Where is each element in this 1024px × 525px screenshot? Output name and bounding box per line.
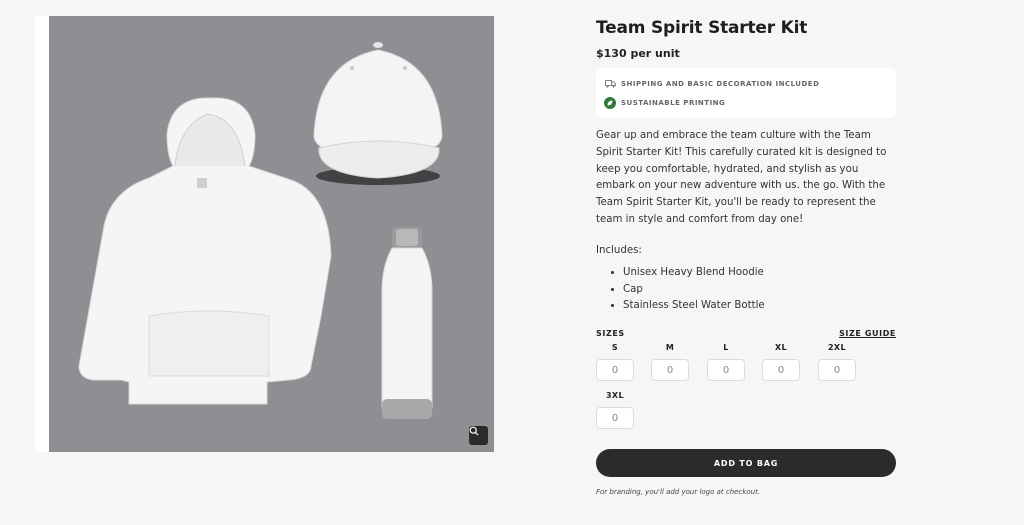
list-item: Unisex Heavy Blend Hoodie xyxy=(623,265,896,282)
gallery-edge xyxy=(35,16,49,452)
size-option-3xl: 3XL xyxy=(596,390,634,429)
product-title: Team Spirit Starter Kit xyxy=(596,18,808,38)
product-price: $130 per unit xyxy=(596,47,680,60)
badge-shipping: SHIPPING AND BASIC DECORATION INCLUDED xyxy=(604,74,888,93)
size-label: S xyxy=(611,343,619,352)
hoodie-image xyxy=(78,97,332,405)
size-s-quantity-input[interactable] xyxy=(596,359,634,381)
truck-icon xyxy=(604,78,616,90)
size-option-s: S xyxy=(596,342,634,381)
size-2xl-quantity-input[interactable] xyxy=(818,359,856,381)
size-label: 2XL xyxy=(827,343,847,352)
bottle-image xyxy=(381,227,433,419)
size-label: L xyxy=(723,343,729,352)
branding-note: For branding, you'll add your logo at ch… xyxy=(596,488,761,496)
sizes-label: SIZES xyxy=(596,329,625,338)
sizes-header: SIZES SIZE GUIDE xyxy=(596,329,896,338)
product-illustration xyxy=(78,42,443,419)
product-description: Gear up and embrace the team culture wit… xyxy=(596,130,887,225)
size-option-m: M xyxy=(651,342,689,381)
size-label: XL xyxy=(774,343,788,352)
size-option-l: L xyxy=(707,342,745,381)
size-m-quantity-input[interactable] xyxy=(651,359,689,381)
size-l-quantity-input[interactable] xyxy=(707,359,745,381)
badge-sustainable: SUSTAINABLE PRINTING xyxy=(604,93,888,112)
feature-badges: SHIPPING AND BASIC DECORATION INCLUDED S… xyxy=(596,68,896,118)
zoom-button[interactable] xyxy=(469,426,488,445)
includes-heading: Includes: xyxy=(596,244,642,256)
size-3xl-quantity-input[interactable] xyxy=(596,407,634,429)
list-item: Stainless Steel Water Bottle xyxy=(623,298,896,315)
product-image[interactable] xyxy=(49,16,494,452)
list-item: Cap xyxy=(623,282,896,299)
product-info: Team Spirit Starter Kit $130 per unit SH… xyxy=(596,16,896,315)
add-to-bag-button[interactable]: ADD TO BAG xyxy=(596,449,896,477)
size-option-2xl: 2XL xyxy=(818,342,856,381)
magnifier-icon xyxy=(469,426,479,436)
size-guide-link[interactable]: SIZE GUIDE xyxy=(839,329,896,338)
size-label: M xyxy=(665,343,675,352)
includes-list: Unisex Heavy Blend Hoodie Cap Stainless … xyxy=(596,265,896,315)
size-label: 3XL xyxy=(605,391,625,400)
product-page: Team Spirit Starter Kit $130 per unit SH… xyxy=(0,0,1024,525)
leaf-icon xyxy=(604,96,616,109)
size-xl-quantity-input[interactable] xyxy=(762,359,800,381)
size-option-xl: XL xyxy=(762,342,800,381)
badge-sustainable-text: SUSTAINABLE PRINTING xyxy=(621,98,726,107)
cap-image xyxy=(313,42,443,185)
badge-shipping-text: SHIPPING AND BASIC DECORATION INCLUDED xyxy=(621,79,820,88)
